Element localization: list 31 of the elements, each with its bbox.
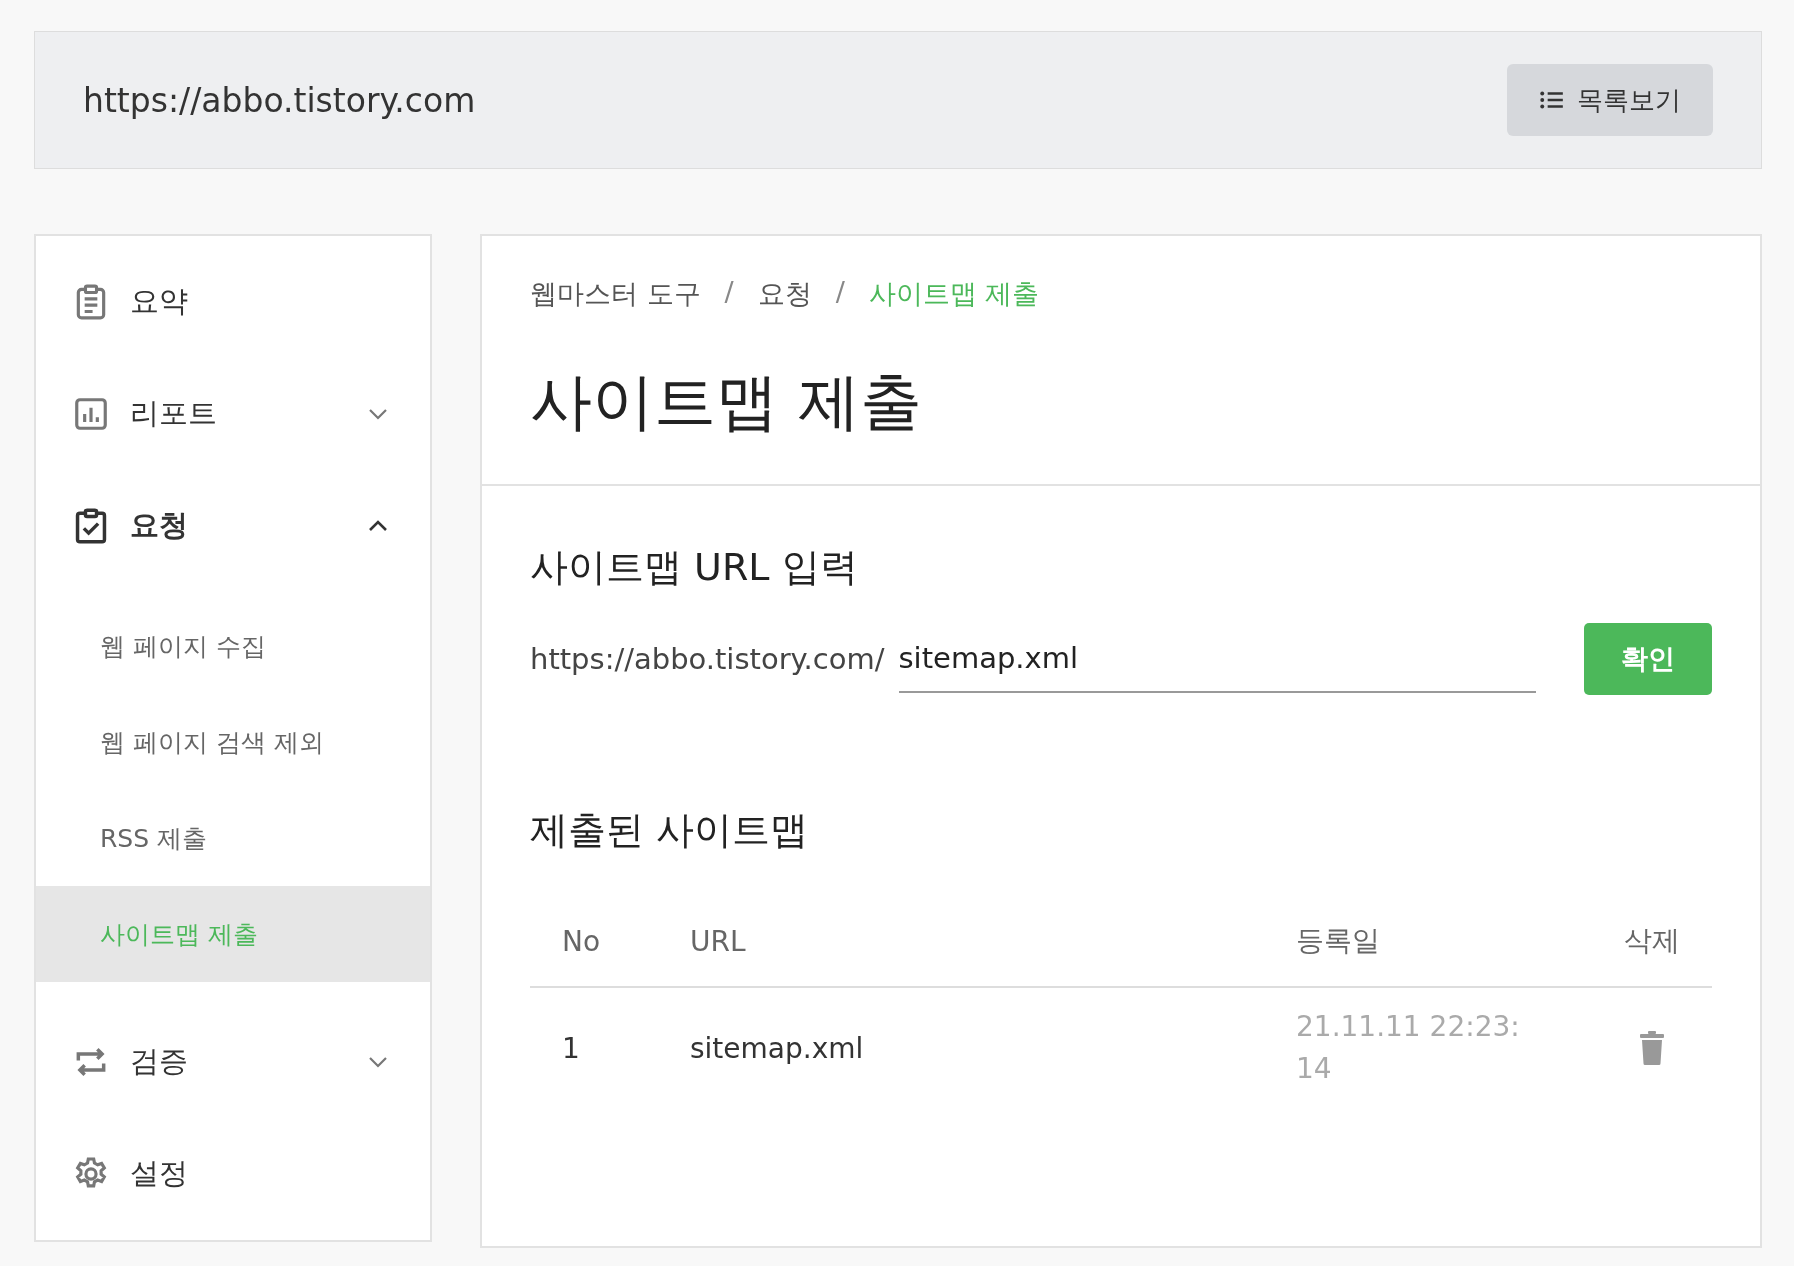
column-header: No: [561, 924, 602, 958]
breadcrumb-link[interactable]: 요청: [757, 276, 812, 312]
column-header: 삭제: [1623, 923, 1681, 959]
sidebar-subitem[interactable]: RSS 제출: [36, 790, 430, 886]
sidebar-item[interactable]: 검증: [36, 1006, 430, 1118]
sidebar-subitem[interactable]: 웹 페이지 수집: [36, 598, 430, 694]
chevron-up-icon[interactable]: [368, 520, 388, 532]
table-cell-text: sitemap.xml: [690, 1031, 865, 1065]
section-heading: 사이트맵 URL 입력: [530, 544, 859, 591]
table-cell-text: 1: [561, 1031, 581, 1065]
breadcrumb-separator: /: [835, 276, 845, 309]
breadcrumb-separator: /: [724, 276, 734, 309]
url-prefix: https://abbo.tistory.com/: [530, 642, 885, 676]
sidebar-subitem[interactable]: 웹 페이지 검색 제외: [36, 694, 430, 790]
column-header: 등록일: [1296, 923, 1381, 959]
page-title: 사이트맵 제출: [530, 364, 923, 440]
sidebar-item[interactable]: 요약: [36, 246, 430, 358]
breadcrumb-link[interactable]: 웹마스터 도구: [530, 276, 701, 312]
bar-chart-icon: [72, 395, 110, 433]
section-heading: 제출된 사이트맵: [530, 807, 810, 854]
trash-icon[interactable]: [1640, 1031, 1664, 1065]
list-icon: [1539, 89, 1565, 111]
column-header: URL: [690, 924, 747, 958]
chevron-down-icon[interactable]: [368, 1056, 388, 1068]
site-url: https://abbo.tistory.com: [83, 80, 476, 120]
list-view-button[interactable]: 목록보기: [1507, 64, 1713, 136]
sidebar-item[interactable]: 설정: [36, 1118, 430, 1230]
table-cell-text: 21.11.11 22:23:14: [1296, 1009, 1521, 1087]
chevron-down-icon[interactable]: [368, 408, 388, 420]
sidebar-item[interactable]: 요청: [36, 470, 430, 582]
sidebar-item[interactable]: 리포트: [36, 358, 430, 470]
